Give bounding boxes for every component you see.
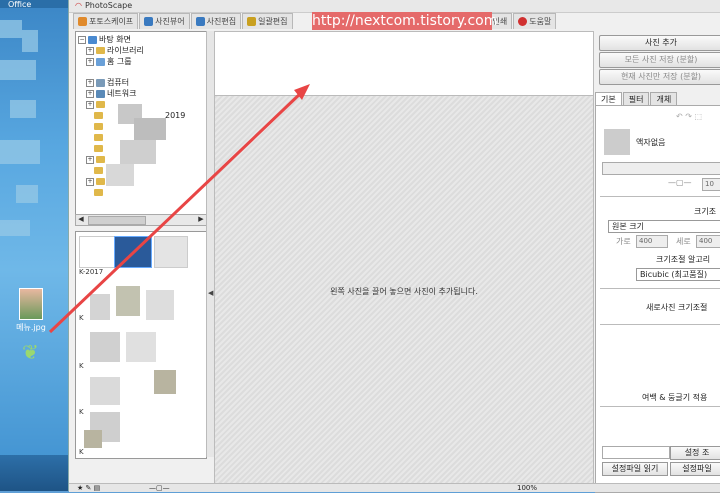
settings-save-button[interactable]: 설정 조 (670, 446, 720, 460)
scroll-left-icon[interactable]: ◀ (76, 215, 86, 224)
tab-help[interactable]: 도움말 (513, 13, 557, 29)
tab-editor[interactable]: 사진편집 (190, 13, 242, 29)
frame-preview[interactable] (604, 129, 630, 155)
margin-label: 여백 & 둥글기 적용 (642, 393, 708, 402)
tab-filter[interactable]: 필터 (622, 92, 650, 106)
folder-icon (94, 167, 103, 174)
photoscape-icon (78, 17, 87, 26)
leaf-icon: ❦ (22, 340, 39, 364)
library-icon (96, 47, 105, 54)
folder-icon (96, 156, 105, 163)
app-title: PhotoScape (84, 1, 133, 10)
slider-track[interactable]: —▢— (668, 178, 692, 187)
folder-icon (96, 101, 105, 108)
tree-item-folder[interactable]: + (86, 99, 105, 110)
app-window: ◠ PhotoScape 포토스케이프 사진뷰어 사진편집 일괄편집 인쇄 도움말… (68, 0, 720, 493)
computer-icon (96, 78, 105, 87)
width-input[interactable]: 400 (636, 235, 668, 248)
tree-item-folder[interactable] (94, 121, 103, 132)
drop-canvas[interactable]: 왼쪽 사진을 끌어 놓으면 사진이 추가됩니다. (214, 95, 594, 487)
tree-item-library[interactable]: + 라이브러리 (86, 45, 144, 56)
scroll-thumb[interactable] (88, 216, 146, 225)
folder-icon (96, 178, 105, 185)
tree-item-homegroup[interactable]: + 홈 그룹 (86, 56, 132, 67)
right-panel: 사진 추가 모든 사진 저장 (분할) 현재 사진만 저장 (분할) 기본 필터… (595, 31, 720, 493)
folder-icon (94, 145, 103, 152)
tab-viewer[interactable]: 사진뷰어 (139, 13, 190, 29)
tree-item-network[interactable]: + 네트워크 (86, 88, 136, 99)
tree-item-folder[interactable] (94, 187, 103, 198)
thumbnail-list[interactable]: K-2017 K K K K (75, 231, 207, 459)
height-label: 세로 (676, 237, 691, 246)
app-logo-icon: ◠ (75, 1, 82, 10)
size-select[interactable]: 원본 크기 (608, 220, 720, 233)
settings-load-button[interactable]: 설정파일 읽기 (602, 462, 668, 476)
undo-redo-icons[interactable]: ↶ ↷ ⬚ (676, 112, 702, 121)
expand-icon: + (86, 57, 94, 66)
tree-item-folder[interactable] (94, 132, 103, 143)
viewer-icon (144, 17, 154, 26)
folder-icon (94, 134, 103, 141)
collapse-icon: − (78, 35, 86, 44)
panel-splitter[interactable]: ◀ (206, 31, 214, 457)
tree-scrollbar[interactable]: ◀ ▶ (75, 214, 207, 226)
width-label: 가로 (616, 237, 631, 246)
tab-photoscape[interactable]: 포토스케이프 (73, 13, 139, 29)
help-icon (518, 17, 528, 26)
settings-name-input[interactable] (602, 446, 670, 459)
expand-icon: + (86, 46, 94, 55)
image-file-icon (19, 288, 43, 320)
desktop-top-label: Office (0, 0, 68, 9)
height-input[interactable]: 400 (696, 235, 720, 248)
desktop-icon (88, 35, 97, 44)
new-photo-size-label: 새로사진 크기조절 (646, 303, 708, 312)
right-tabs: 기본 필터 개체 (595, 92, 678, 106)
frame-select[interactable] (602, 162, 720, 175)
homegroup-icon (96, 57, 105, 66)
network-icon (96, 89, 105, 98)
batch-icon (247, 17, 257, 26)
basic-settings: ↶ ↷ ⬚ 액자없음 —▢— 10 크기조 원본 크기 가로 400 세로 40… (595, 105, 720, 493)
watermark-url: http://nextcom.tistory.com (312, 12, 498, 30)
photo-strip[interactable] (214, 31, 594, 96)
save-current-button[interactable]: 현재 사진만 저장 (분할) (599, 69, 720, 85)
resize-algorithm-label: 크기조절 알고리 (656, 255, 711, 264)
desktop-file-label: 메뉴.jpg (16, 323, 46, 332)
desktop-file-icon[interactable]: 메뉴.jpg (8, 288, 54, 333)
tree-item-folder[interactable]: + (86, 176, 105, 187)
expand-icon: + (86, 89, 94, 98)
expand-icon: + (86, 78, 94, 87)
editor-icon (195, 17, 205, 26)
size-label: 크기조 (694, 207, 717, 216)
scroll-right-icon[interactable]: ▶ (196, 215, 206, 224)
tab-object[interactable]: 개체 (650, 92, 678, 106)
tree-item-folder[interactable] (94, 165, 103, 176)
folder-tree[interactable]: − 바탕 화면 + 라이브러리 + 홈 그룹 + 컴퓨터 + 네트워크 + 20… (75, 31, 207, 215)
tab-batch[interactable]: 일괄편집 (242, 13, 293, 29)
tree-item-folder[interactable]: + (86, 154, 105, 165)
save-all-button[interactable]: 모든 사진 저장 (분할) (599, 52, 720, 68)
desktop-background: Office 메뉴.jpg ❦ (0, 0, 68, 491)
taskbar (0, 455, 68, 491)
thumbnail-selected[interactable] (114, 236, 152, 268)
settings-file-button[interactable]: 설정파일 (670, 462, 720, 476)
resize-algorithm-select[interactable]: Bicubic (최고품질) (636, 268, 720, 281)
tree-item-desktop[interactable]: − 바탕 화면 (78, 34, 131, 45)
add-photo-button[interactable]: 사진 추가 (599, 35, 720, 51)
slider-value[interactable]: 10 (702, 178, 720, 191)
folder-icon (94, 189, 103, 196)
collapse-panel-icon[interactable]: ◀ (208, 289, 213, 297)
tree-item-computer[interactable]: + 컴퓨터 (86, 77, 129, 88)
folder-icon (94, 112, 103, 119)
frame-none-label: 액자없음 (636, 138, 666, 147)
tab-basic[interactable]: 기본 (595, 92, 622, 106)
folder-icon (94, 123, 103, 130)
drop-hint: 왼쪽 사진을 끌어 놓으면 사진이 추가됩니다. (330, 287, 478, 296)
tree-item-folder[interactable] (94, 143, 103, 154)
